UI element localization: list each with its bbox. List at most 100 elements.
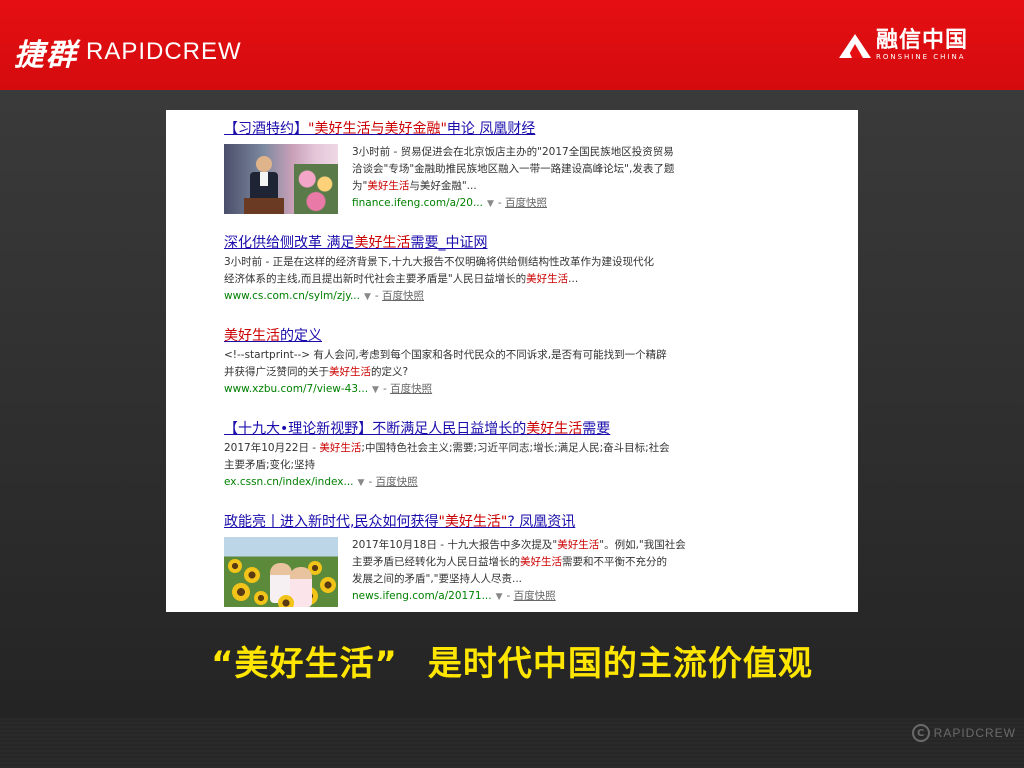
- result-url-line: finance.ifeng.com/a/20... ▼ - 百度快照: [352, 195, 674, 213]
- snippet-text: 洽谈会"专场"金融助推民族地区融入一带一路建设高峰论坛",发表了题: [352, 163, 675, 175]
- snippet-text: 并获得广泛赞同的关于: [224, 366, 329, 378]
- result-url[interactable]: www.cs.com.cn/sylm/zjy...: [224, 290, 360, 302]
- snippet-highlight: 美好生活: [319, 442, 362, 454]
- result-snippet: 3小时前 - 正是在这样的经济背景下,十九大报告不仅明确将供给侧结构性改革作为建…: [224, 254, 844, 288]
- snippet-text: "。例如,"我国社会: [599, 539, 686, 551]
- snippet-text: 发展之间的矛盾","要坚持人人尽责...: [352, 573, 523, 585]
- separator: -: [368, 476, 376, 488]
- caret-down-icon[interactable]: ▼: [364, 292, 371, 302]
- rapidcrew-logo: 捷群 RAPIDCREW: [14, 30, 242, 74]
- title-part: 需要: [582, 421, 611, 437]
- search-result: 【十九大•理论新视野】不断满足人民日益增长的美好生活需要 2017年10月22日…: [224, 420, 844, 492]
- snippet-text: 与美好金融"...: [409, 180, 477, 192]
- result-snippet: <!--startprint--> 有人会问,考虑到每个国家和各时代民众的不同诉…: [224, 347, 844, 381]
- title-part: 需要_中证网: [410, 235, 488, 251]
- copyright-icon: C: [911, 724, 930, 742]
- sunflower: [232, 583, 250, 601]
- header-bar: 捷群 RAPIDCREW 融信中国 RONSHINE CHINA: [0, 0, 1024, 94]
- snippet-highlight: 美好生活: [520, 556, 562, 568]
- caret-down-icon[interactable]: ▼: [496, 592, 503, 602]
- snippet-text: 需要和不平衡不充分的: [562, 556, 667, 568]
- result-title-link[interactable]: 政能亮丨进入新时代,民众如何获得"美好生活"? 凤凰资讯: [224, 513, 844, 531]
- ronshine-triangle-icon: [838, 34, 871, 58]
- separator: -: [374, 290, 383, 302]
- logo-english: RAPIDCREW: [86, 38, 242, 65]
- snippet-text: 为": [352, 180, 368, 192]
- watermark-text: RAPIDCREW: [933, 726, 1016, 740]
- separator: -: [506, 590, 514, 602]
- snippet-text: 主要矛盾已经转化为人民日益增长的: [352, 556, 520, 568]
- title-part: 申论 凤凰财经: [446, 121, 536, 137]
- sunflower: [228, 559, 242, 573]
- snippet-text: 主要矛盾;变化;坚持: [224, 459, 316, 471]
- result-thumbnail[interactable]: [224, 144, 338, 214]
- snippet-text: 3小时前 - 正是在这样的经济背景下,十九大报告不仅明确将供给侧结构性改革作为建…: [224, 256, 654, 268]
- result-title-link[interactable]: 深化供给侧改革 满足美好生活需要_中证网: [224, 234, 844, 252]
- title-part: 深化供给侧改革 满足: [224, 235, 355, 251]
- result-snippet: 3小时前 - 贸易促进会在北京饭店主办的"2017全国民族地区投资贸易 洽谈会"…: [352, 144, 674, 195]
- snippet-text: ...: [568, 273, 579, 285]
- caret-down-icon[interactable]: ▼: [487, 199, 494, 209]
- snapshot-link[interactable]: 百度快照: [376, 476, 418, 488]
- title-highlight: 美好生活: [526, 421, 583, 437]
- title-highlight: "美好生活": [438, 514, 508, 530]
- result-url[interactable]: news.ifeng.com/a/20171...: [352, 590, 492, 602]
- title-part: 【十九大•理论新视野】不断满足人民日益增长的: [224, 421, 527, 437]
- flower-bouquet: [294, 164, 338, 214]
- result-title-link[interactable]: 【习酒特约】"美好生活与美好金融"申论 凤凰财经: [224, 120, 844, 138]
- partner-chinese: 融信中国: [875, 28, 968, 53]
- slide-footer-strip: [0, 718, 1024, 768]
- title-part: ? 凤凰资讯: [507, 514, 576, 530]
- caption-rest: 是时代中国的主流价值观: [427, 644, 813, 684]
- snippet-text: ;中国特色社会主义;需要;习近平同志;增长;满足人民;奋斗目标;社会: [361, 442, 670, 454]
- caret-down-icon[interactable]: ▼: [358, 478, 365, 488]
- ronshine-logo: 融信中国 RONSHINE CHINA: [838, 30, 968, 62]
- separator: -: [497, 197, 506, 209]
- search-result: 美好生活的定义 <!--startprint--> 有人会问,考虑到每个国家和各…: [224, 327, 844, 399]
- snippet-text: 3小时前 - 贸易促进会在北京饭店主办的"2017全国民族地区投资贸易: [352, 146, 674, 158]
- snippet-text: 经济体系的主线,而且提出新时代社会主要矛盾是"人民日益增长的: [224, 273, 527, 285]
- slide-caption: “美好生活” 是时代中国的主流价值观: [0, 636, 1024, 685]
- sunflower: [244, 567, 260, 583]
- logo-chinese: 捷群: [14, 38, 78, 73]
- snapshot-link[interactable]: 百度快照: [382, 290, 424, 302]
- result-url-line: www.cs.com.cn/sylm/zjy... ▼ - 百度快照: [224, 288, 844, 306]
- search-result: 政能亮丨进入新时代,民众如何获得"美好生活"? 凤凰资讯 2017年10月18日…: [224, 513, 844, 607]
- result-thumbnail[interactable]: [224, 537, 338, 607]
- watermark: C RAPIDCREW: [911, 724, 1016, 742]
- result-title-link[interactable]: 美好生活的定义: [224, 327, 844, 345]
- caret-down-icon[interactable]: ▼: [372, 385, 379, 395]
- result-title-link[interactable]: 【十九大•理论新视野】不断满足人民日益增长的美好生活需要: [224, 420, 844, 438]
- title-highlight: 美好生活: [354, 235, 411, 251]
- sunflower: [254, 591, 268, 605]
- search-result: 【习酒特约】"美好生活与美好金融"申论 凤凰财经 3小时前 - 贸易促进会在北京…: [224, 120, 844, 214]
- snippet-highlight: 美好生活: [367, 180, 410, 192]
- snippet-text: 的定义?: [371, 366, 409, 378]
- snapshot-link[interactable]: 百度快照: [390, 383, 432, 395]
- speaker-figure: [244, 156, 284, 214]
- search-result: 深化供给侧改革 满足美好生活需要_中证网 3小时前 - 正是在这样的经济背景下,…: [224, 234, 844, 306]
- partner-english: RONSHINE CHINA: [875, 53, 966, 61]
- title-part: 【习酒特约】: [224, 121, 308, 137]
- snippet-text: 2017年10月22日 -: [224, 442, 320, 454]
- snippet-text: <!--startprint--> 有人会问,考虑到每个国家和各时代民众的不同诉…: [224, 349, 667, 361]
- result-snippet: 2017年10月18日 - 十九大报告中多次提及"美好生活"。例如,"我国社会 …: [352, 537, 686, 588]
- result-url[interactable]: ex.cssn.cn/index/index...: [224, 476, 354, 488]
- sunflower: [320, 577, 336, 593]
- sunflower: [278, 595, 294, 607]
- caption-quoted: “美好生活”: [211, 644, 398, 684]
- title-highlight: 美好生活: [224, 328, 280, 344]
- result-url[interactable]: www.xzbu.com/7/view-43...: [224, 383, 368, 395]
- search-results-screenshot: 【习酒特约】"美好生活与美好金融"申论 凤凰财经 3小时前 - 贸易促进会在北京…: [166, 110, 858, 612]
- snapshot-link[interactable]: 百度快照: [505, 197, 547, 209]
- snippet-highlight: 美好生活: [557, 539, 600, 551]
- title-part: 政能亮丨进入新时代,民众如何获得: [224, 514, 439, 530]
- snippet-text: 2017年10月18日 - 十九大报告中多次提及": [352, 539, 558, 551]
- result-url[interactable]: finance.ifeng.com/a/20...: [352, 197, 483, 209]
- snippet-highlight: 美好生活: [329, 366, 371, 378]
- title-highlight: "美好生活与美好金融": [308, 121, 447, 137]
- snapshot-link[interactable]: 百度快照: [514, 590, 556, 602]
- snippet-highlight: 美好生活: [526, 273, 569, 285]
- result-url-line: news.ifeng.com/a/20171... ▼ - 百度快照: [352, 588, 686, 606]
- title-part: 的定义: [280, 328, 322, 344]
